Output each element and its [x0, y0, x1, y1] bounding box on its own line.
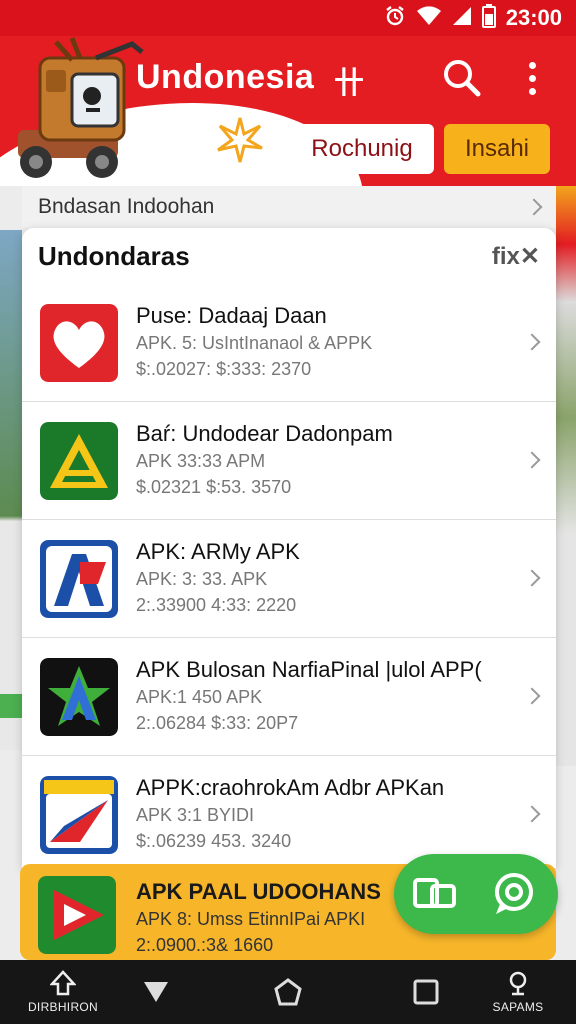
primary-action-button[interactable]: Insahi [444, 124, 550, 174]
list-title: Undondaras [38, 240, 190, 271]
nav-item-right[interactable]: SAPAMS [478, 960, 558, 1024]
chat-icon[interactable] [490, 870, 538, 918]
background-image-left [0, 230, 22, 750]
list-header: Undondaras fix✕ [22, 228, 556, 284]
status-time: 23:00 [505, 5, 562, 30]
list-item[interactable]: APK Bulosan NarfiaPinal |ulol APP( APK:1… [22, 638, 556, 756]
app-name: APK: ARMy APK [136, 539, 300, 564]
play-app-icon [38, 876, 116, 954]
close-icon[interactable]: fix✕ [492, 242, 540, 271]
app-list-card: Undondaras fix✕ Puse: Dadaaj Daan APK. 5… [22, 228, 556, 868]
app-header: Undonesia 卄 Rochunig Insahi [0, 36, 576, 186]
app-meta: APK: 3: 33. APK [136, 569, 268, 589]
mascot-robot-icon [18, 37, 144, 178]
home-arrow-icon [50, 970, 76, 996]
list-item[interactable]: Baŕ: Undodear Dadonpam APK 33:33 APM $.… [22, 402, 556, 520]
list-item[interactable]: APK: ARMy APK APK: 3: 33. APK 2:.33900 4… [22, 520, 556, 638]
star-a-app-icon [40, 657, 118, 736]
featured-app-meta: APK 8: Umss EtinnIPai APKI [136, 909, 366, 929]
chevron-right-icon [523, 805, 541, 823]
paper-plane-app-icon [40, 776, 118, 854]
background-image-right [556, 186, 576, 766]
chevron-right-icon [523, 333, 541, 351]
app-stats: 2:.33900 4:33: 2220 [136, 595, 297, 615]
app-stats: $.02321 $:53. 3570 [136, 477, 292, 497]
wifi-icon [416, 5, 442, 32]
back-triangle-icon [144, 982, 168, 1002]
system-nav-bar: DIRBHIRON SAPAMS [0, 960, 576, 1024]
app-name: Baŕ: Undodear Dadonpam [136, 421, 393, 446]
app-meta: APK 33:33 APM [136, 451, 266, 471]
signal-icon [452, 5, 472, 32]
app-title: Undonesia [136, 58, 315, 96]
breadcrumb[interactable]: Bndasan Indoohan [22, 186, 556, 228]
nav-label-left: DIRBHIRON [27, 1000, 99, 1014]
chevron-right-icon [523, 451, 541, 469]
nav-home-button[interactable] [270, 960, 306, 1024]
status-bar: 23:00 [0, 0, 576, 36]
alarm-icon [384, 5, 406, 32]
burst-decoration-icon [217, 117, 263, 163]
app-name: APPK:craohrokAm Adbr APKan [136, 775, 445, 800]
nav-item-left[interactable]: DIRBHIRON [18, 960, 108, 1024]
triangle-a-app-icon [40, 421, 118, 500]
search-icon[interactable] [440, 56, 484, 100]
heart-app-icon [40, 303, 118, 382]
featured-app-stats: 2:.0900.:3& 1660 [136, 935, 274, 955]
window-switch-icon[interactable] [412, 874, 458, 914]
battery-icon [481, 3, 496, 33]
app-name: Puse: Dadaaj Daan [136, 303, 327, 328]
app-stats: 2:.06284 $:33: 20P7 [136, 713, 299, 733]
nav-back-button[interactable] [138, 960, 174, 1024]
app-meta: APK:1 450 APK [136, 687, 263, 707]
nav-recents-button[interactable] [408, 960, 444, 1024]
letter-a-app-icon [40, 539, 118, 618]
recents-square-icon [413, 979, 439, 1005]
more-options-icon[interactable] [520, 56, 544, 100]
home-pentagon-icon [274, 978, 302, 1006]
chevron-right-icon [525, 198, 543, 216]
nav-label-right: SAPAMS [492, 1000, 544, 1014]
app-stats: $:.06239 453. 3240 [136, 831, 292, 851]
app-meta: APK 3:1 BYIDI [136, 805, 255, 825]
pin-icon [509, 971, 527, 996]
background-strip [0, 694, 22, 718]
title-glyph: 卄 [334, 67, 364, 100]
secondary-action-button[interactable]: Rochunig [290, 124, 434, 174]
app-stats: $:.02027: $:333: 2370 [136, 359, 312, 379]
featured-app-name: APK PAAL UDOOHANS [136, 879, 381, 904]
app-name: APK Bulosan NarfiaPinal |ulol APP( [136, 657, 482, 682]
chevron-right-icon [523, 687, 541, 705]
breadcrumb-label: Bndasan Indoohan [38, 195, 215, 218]
app-meta: APK. 5: UsIntInanaol & APPK [136, 333, 373, 353]
list-item[interactable]: Puse: Dadaaj Daan APK. 5: UsIntInanaol &… [22, 284, 556, 402]
chevron-right-icon [523, 569, 541, 587]
